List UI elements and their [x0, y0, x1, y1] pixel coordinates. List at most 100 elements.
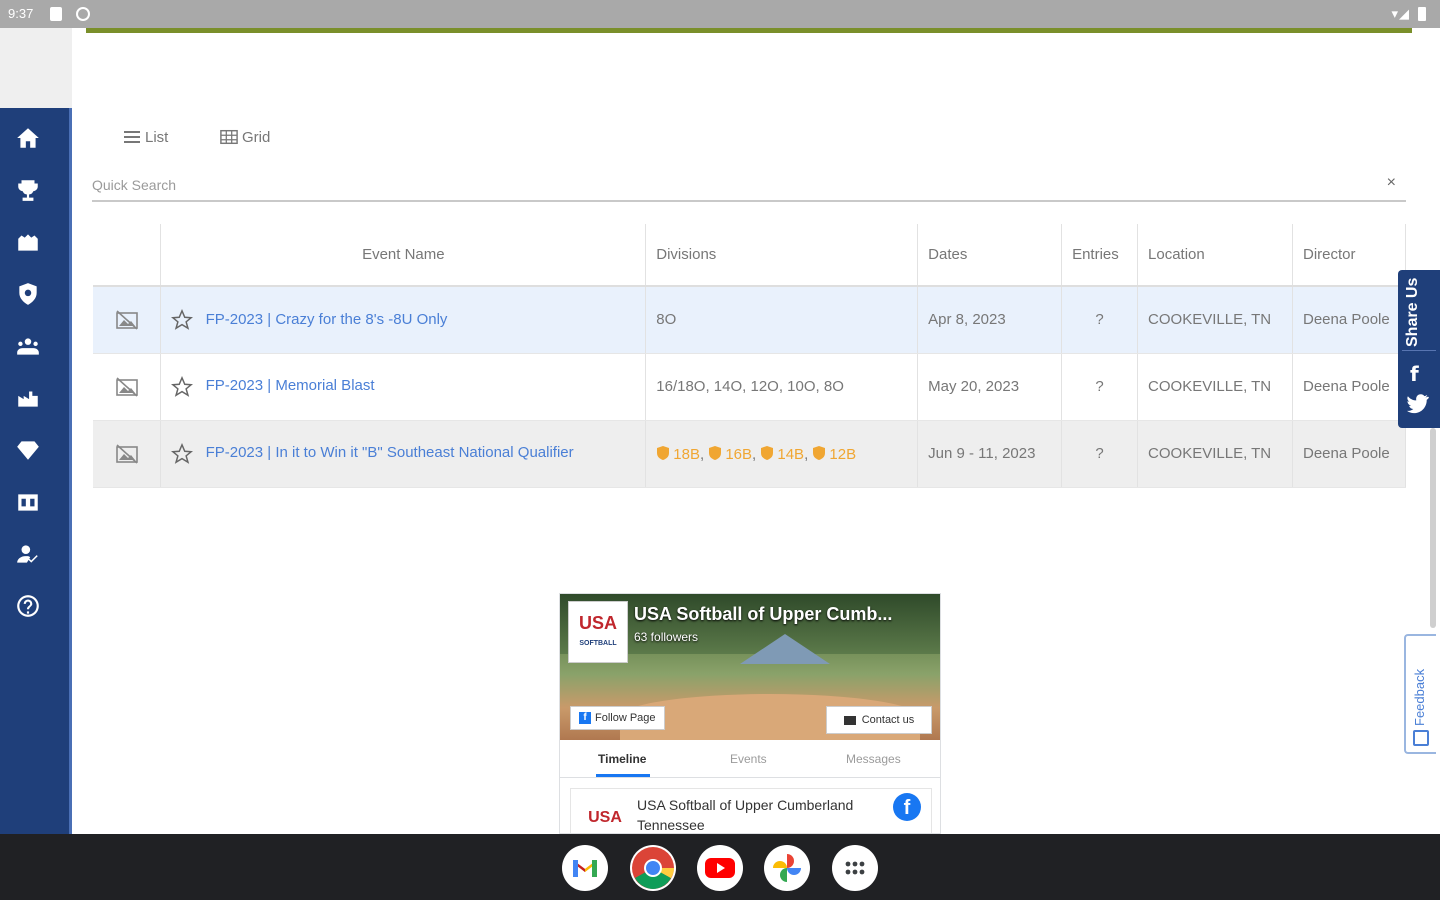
sidebar-item-users[interactable]	[0, 534, 56, 574]
clear-search-icon[interactable]: ×	[1387, 174, 1396, 192]
sidebar-item-teams[interactable]	[0, 326, 56, 366]
stadium-icon	[18, 234, 38, 251]
qualifier-shield-icon	[761, 445, 774, 460]
divisions-cell: 8O	[645, 286, 919, 354]
gmail-app[interactable]	[562, 845, 608, 891]
youtube-icon	[705, 858, 735, 878]
wifi-signal-icon: ▾◢	[1391, 6, 1410, 21]
favorite-star-icon[interactable]	[171, 308, 194, 331]
event-image-cell	[93, 286, 162, 354]
app-launcher[interactable]	[832, 845, 878, 891]
grid-view-toggle[interactable]: Grid	[220, 126, 270, 148]
post-logo: USA	[588, 809, 622, 826]
sidebar	[0, 108, 72, 834]
division-badge[interactable]: 16B	[708, 445, 752, 463]
facebook-page-widget: USA SOFTBALL USA Softball of Upper Cumb.…	[559, 593, 941, 834]
table-row[interactable]: FP-2023 | Memorial Blast 16/18O, 14O, 12…	[93, 353, 1407, 421]
youtube-app[interactable]	[697, 845, 743, 891]
director-cell: Deena Poole	[1292, 286, 1407, 354]
location-cell: COOKEVILLE, TN	[1137, 353, 1293, 421]
director-cell: Deena Poole	[1292, 420, 1407, 488]
event-name-cell: FP-2023 | Memorial Blast	[160, 353, 647, 421]
sidebar-item-facilities[interactable]	[0, 378, 56, 418]
sd-card-icon	[50, 7, 62, 21]
help-icon	[17, 595, 39, 617]
event-image-cell	[93, 420, 162, 488]
list-label: List	[145, 128, 169, 146]
sidebar-item-scoreboard[interactable]	[0, 482, 56, 522]
divisions-cell: 18B, 16B, 14B, 12B	[645, 420, 919, 488]
header-location[interactable]: Location	[1137, 224, 1293, 287]
location-cell: COOKEVILLE, TN	[1137, 420, 1293, 488]
header-dates[interactable]: Dates	[917, 224, 1063, 287]
facebook-icon: f	[579, 712, 591, 724]
twitter-share-icon[interactable]	[1407, 394, 1429, 414]
table-row[interactable]: FP-2023 | In it to Win it "B" Southeast …	[93, 420, 1407, 488]
favorite-star-icon[interactable]	[171, 375, 194, 398]
widget-tabs: Timeline Events Messages	[560, 740, 940, 778]
teams-icon	[17, 338, 39, 355]
tab-events[interactable]: Events	[730, 752, 767, 766]
header-director[interactable]: Director	[1292, 224, 1407, 287]
dates-cell: May 20, 2023	[917, 353, 1063, 421]
sidebar-item-home[interactable]	[0, 118, 56, 158]
sidebar-item-shield[interactable]	[0, 274, 56, 314]
event-name-link[interactable]: FP-2023 | Memorial Blast	[206, 377, 375, 394]
header-entries[interactable]: Entries	[1061, 224, 1139, 287]
post-title[interactable]: USA Softball of Upper Cumberland Tenness…	[637, 795, 887, 833]
header-divisions[interactable]: Divisions	[645, 224, 919, 287]
facebook-icon: f	[893, 793, 921, 821]
entries-cell: ?	[1061, 353, 1139, 421]
app-launcher-icon	[845, 861, 865, 875]
sidebar-item-diamond[interactable]	[0, 430, 56, 470]
photos-app[interactable]	[764, 845, 810, 891]
tab-messages[interactable]: Messages	[846, 752, 901, 766]
list-view-toggle[interactable]: List	[123, 126, 168, 148]
feedback-label: Feedback	[1412, 668, 1427, 726]
share-bar: Share Us f	[1398, 270, 1440, 428]
dates-cell: Jun 9 - 11, 2023	[917, 420, 1063, 488]
table-row[interactable]: FP-2023 | Crazy for the 8's -8U Only 8O …	[93, 286, 1407, 354]
favorite-star-icon[interactable]	[171, 442, 194, 465]
home-icon	[17, 128, 39, 148]
division-badge[interactable]: 18B	[656, 445, 700, 463]
entries-cell: ?	[1061, 286, 1139, 354]
status-time: 9:37	[8, 6, 34, 21]
division-badge[interactable]: 12B	[812, 445, 856, 463]
director-cell: Deena Poole	[1292, 353, 1407, 421]
sidebar-item-trophy[interactable]	[0, 170, 56, 210]
user-check-icon	[17, 545, 38, 563]
active-tab-indicator	[596, 774, 650, 777]
division-badge[interactable]: 14B	[760, 445, 804, 463]
header-event-name[interactable]: Event Name	[160, 224, 647, 287]
chrome-app[interactable]	[630, 845, 676, 891]
follow-page-button[interactable]: f Follow Page	[570, 706, 665, 730]
list-icon	[124, 131, 140, 143]
contact-us-button[interactable]: Contact us	[826, 706, 932, 734]
event-name-cell: FP-2023 | In it to Win it "B" Southeast …	[160, 420, 647, 488]
tab-timeline[interactable]: Timeline	[598, 752, 646, 766]
sidebar-edge	[69, 108, 72, 834]
event-name-link[interactable]: FP-2023 | In it to Win it "B" Southeast …	[206, 444, 574, 461]
scoreboard-icon	[18, 494, 38, 511]
logo-subtext: SOFTBALL	[579, 640, 617, 647]
no-image-icon	[115, 376, 138, 397]
sidebar-item-help[interactable]	[0, 586, 56, 626]
factory-icon	[18, 391, 38, 407]
top-left-panel	[0, 28, 72, 108]
follow-label: Follow Page	[595, 712, 656, 724]
grid-icon	[220, 129, 238, 145]
search-input[interactable]	[92, 170, 1372, 200]
share-divider	[1402, 350, 1436, 351]
page-name[interactable]: USA Softball of Upper Cumb...	[634, 604, 892, 625]
timeline-post[interactable]: USA USA Softball of Upper Cumberland Ten…	[570, 788, 932, 833]
header-image	[93, 224, 162, 287]
sidebar-item-stadium[interactable]	[0, 222, 56, 262]
facebook-share-icon[interactable]: f	[1410, 362, 1419, 386]
no-image-icon	[115, 310, 138, 330]
scrollbar[interactable]	[1430, 428, 1436, 628]
feedback-tab[interactable]: Feedback	[1404, 634, 1436, 754]
event-name-link[interactable]: FP-2023 | Crazy for the 8's -8U Only	[206, 311, 448, 328]
page-logo[interactable]: USA SOFTBALL	[568, 601, 628, 663]
logo-text: USA	[578, 613, 617, 633]
